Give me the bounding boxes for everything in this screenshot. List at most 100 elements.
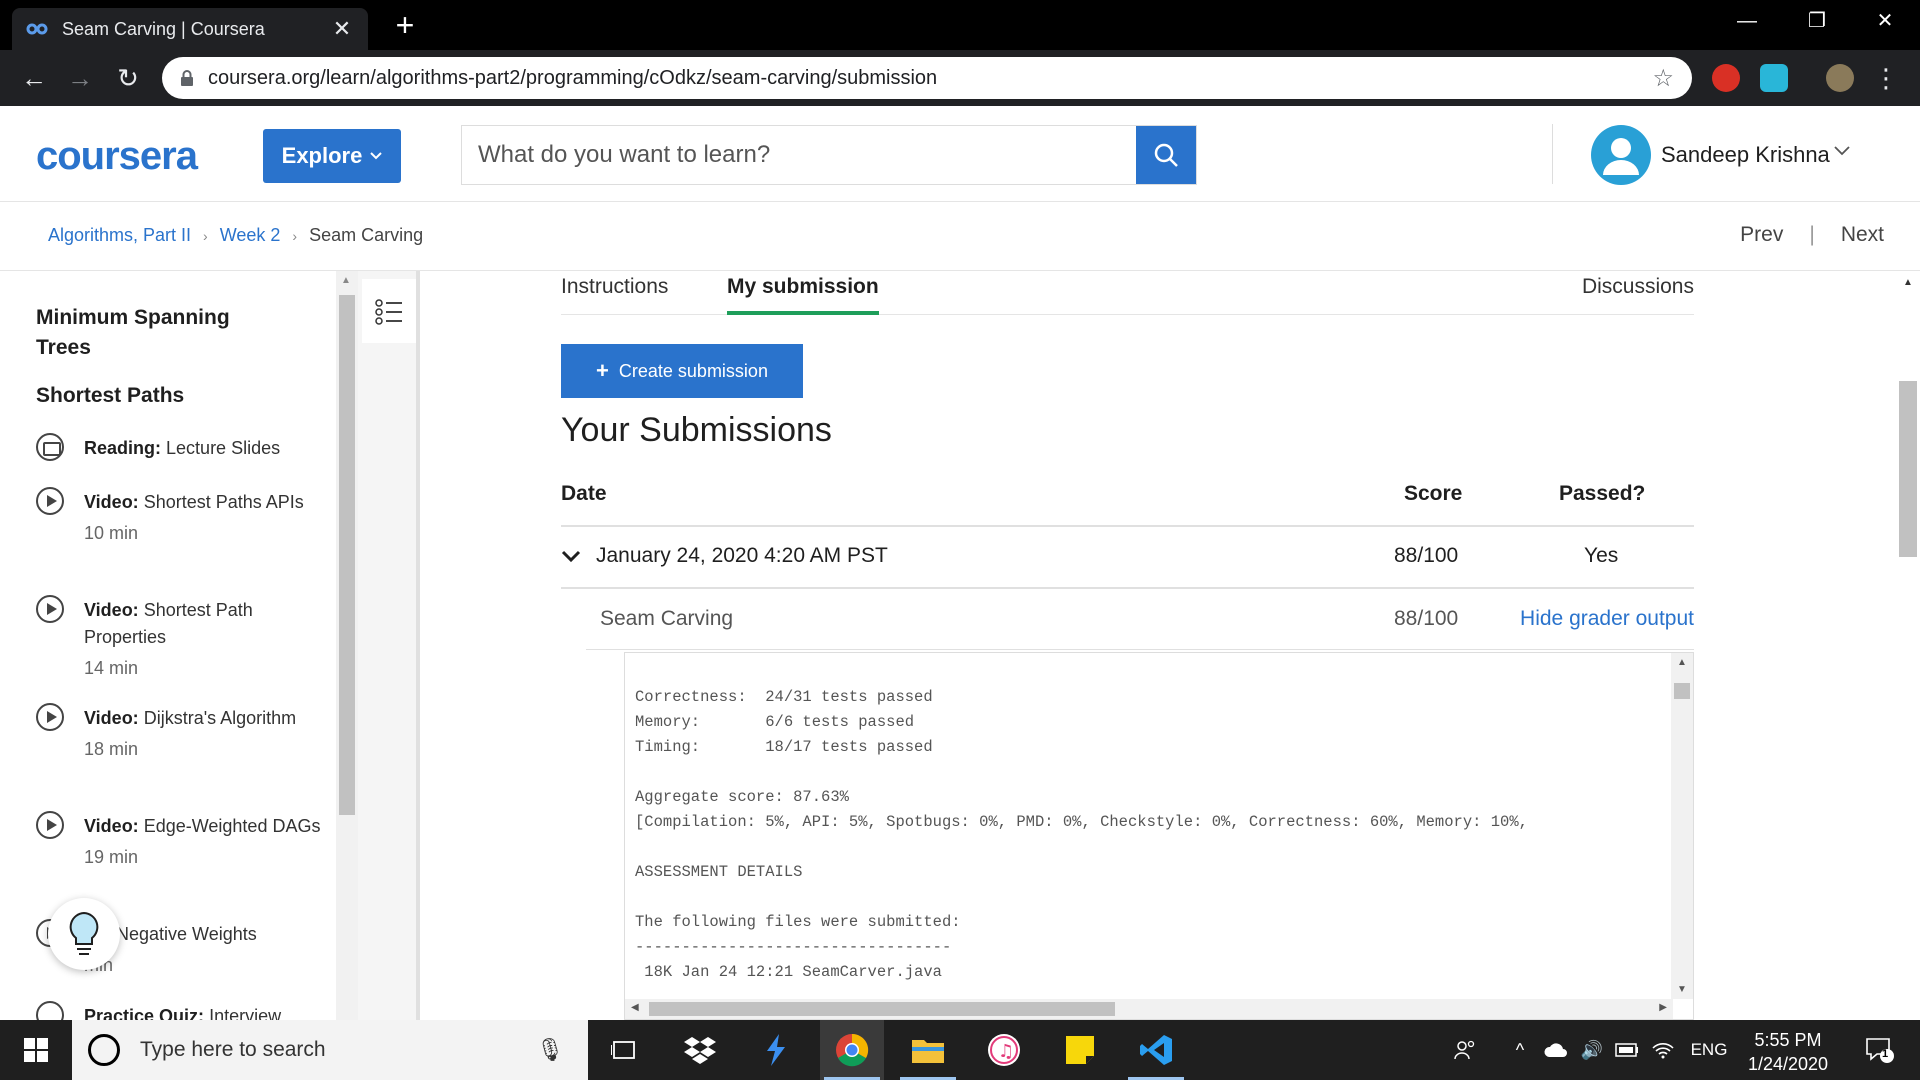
grader-horizontal-scrollbar[interactable]: ◀ ▶: [625, 999, 1673, 1019]
browser-tab-strip: Seam Carving | Coursera ✕ + — ❐ ✕: [0, 0, 1920, 50]
dropbox-icon[interactable]: [668, 1020, 732, 1080]
scroll-up-icon[interactable]: ▲: [341, 275, 351, 286]
grader-vertical-scrollbar[interactable]: ▲ ▼: [1671, 653, 1693, 999]
minimize-icon[interactable]: —: [1712, 0, 1782, 42]
explore-button[interactable]: Explore: [263, 129, 401, 183]
user-icon: [1603, 138, 1639, 175]
task-view-icon[interactable]: [592, 1020, 656, 1080]
chevron-down-icon[interactable]: [1834, 140, 1850, 161]
notification-center-icon[interactable]: 1: [1858, 1020, 1902, 1080]
language-indicator[interactable]: ENG: [1686, 1020, 1732, 1080]
item-duration: 18 min: [84, 739, 139, 759]
page-scroll-thumb[interactable]: [1899, 381, 1917, 557]
file-explorer-icon[interactable]: [896, 1020, 960, 1080]
sticky-notes-icon[interactable]: [1048, 1020, 1112, 1080]
profile-avatar-icon[interactable]: [1826, 64, 1854, 92]
onedrive-icon[interactable]: [1540, 1020, 1572, 1080]
submission-tabs: Instructions My submission Discussions: [561, 271, 1694, 315]
chevron-down-icon: [370, 152, 383, 160]
next-link[interactable]: Next: [1841, 223, 1884, 247]
chevron-down-icon: [561, 550, 581, 563]
grader-output-panel[interactable]: Correctness: 24/31 tests passed Memory: …: [624, 652, 1694, 1020]
item-type: Practice Quiz:: [84, 1006, 205, 1020]
prev-next-nav: Prev | Next: [1740, 223, 1884, 247]
search-button[interactable]: [1136, 126, 1196, 184]
extension-red-icon[interactable]: [1712, 64, 1740, 92]
chrome-menu-icon[interactable]: ⋮: [1866, 58, 1906, 98]
forward-icon[interactable]: →: [60, 58, 100, 98]
itunes-icon[interactable]: ♫: [972, 1020, 1036, 1080]
address-bar[interactable]: coursera.org/learn/algorithms-part2/prog…: [162, 57, 1692, 99]
hide-grader-output-link[interactable]: Hide grader output: [1520, 607, 1694, 631]
prev-link[interactable]: Prev: [1740, 223, 1783, 247]
sidebar-scroll-thumb[interactable]: [339, 295, 355, 815]
tab-discussions[interactable]: Discussions: [1582, 275, 1694, 315]
page-scrollbar[interactable]: ▲: [1896, 271, 1920, 1020]
user-name[interactable]: Sandeep Krishna: [1661, 142, 1830, 168]
volume-icon[interactable]: 🔊: [1578, 1020, 1606, 1080]
cortana-icon: [88, 1034, 120, 1066]
reload-icon[interactable]: ↻: [108, 58, 148, 98]
page-title: Your Submissions: [561, 411, 832, 449]
column-header-score: Score: [1404, 482, 1463, 505]
coursera-logo[interactable]: coursera: [36, 134, 198, 179]
microphone-icon[interactable]: 🎙: [536, 1037, 564, 1063]
section-heading-mst[interactable]: Minimum Spanning Trees: [36, 303, 266, 363]
breadcrumb-course[interactable]: Algorithms, Part II: [48, 225, 191, 246]
scroll-left-icon[interactable]: ◀: [631, 1002, 639, 1013]
item-title: Edge-Weighted DAGs: [143, 816, 321, 836]
scroll-up-icon[interactable]: ▲: [1903, 277, 1913, 288]
scroll-right-icon[interactable]: ▶: [1659, 1002, 1667, 1013]
windows-start-button[interactable]: [0, 1020, 72, 1080]
extension-blue-icon[interactable]: [1760, 64, 1788, 92]
bolt-app-icon[interactable]: [744, 1020, 808, 1080]
outline-toggle-button[interactable]: [362, 279, 416, 343]
tab-my-submission[interactable]: My submission: [727, 275, 879, 315]
people-icon[interactable]: [1450, 1020, 1480, 1080]
wifi-icon[interactable]: [1648, 1020, 1678, 1080]
close-icon[interactable]: ✕: [1850, 0, 1920, 42]
grader-output-text: Correctness: 24/31 tests passed Memory: …: [635, 688, 1528, 981]
item-title: Negative Weights: [116, 924, 257, 944]
row-divider: [561, 587, 1694, 589]
breadcrumb-week[interactable]: Week 2: [220, 225, 281, 246]
tab-instructions[interactable]: Instructions: [561, 275, 668, 315]
item-type: Video:: [84, 492, 139, 512]
avatar[interactable]: [1591, 125, 1651, 185]
item-type: Video:: [84, 708, 139, 728]
new-tab-button[interactable]: +: [388, 8, 422, 42]
submission-passed: Yes: [1584, 544, 1619, 567]
create-submission-button[interactable]: + Create submission: [561, 344, 803, 398]
grader-vscroll-thumb[interactable]: [1674, 683, 1690, 699]
taskbar-clock[interactable]: 5:55 PM 1/24/2020: [1736, 1028, 1840, 1076]
grader-hscroll-thumb[interactable]: [649, 1002, 1115, 1016]
item-title: Lecture Slides: [166, 438, 281, 458]
section-heading-shortest-paths[interactable]: Shortest Paths: [36, 381, 184, 411]
browser-tab[interactable]: Seam Carving | Coursera ✕: [12, 8, 368, 50]
scroll-up-icon[interactable]: ▲: [1677, 657, 1687, 668]
browser-toolbar: ← → ↻ coursera.org/learn/algorithms-part…: [0, 50, 1920, 106]
svg-text:♫: ♫: [998, 1041, 1014, 1062]
windows-taskbar: Type here to search 🎙 ♫ ^ 🔊 ENG 5:55 PM …: [0, 1020, 1920, 1080]
scroll-down-icon[interactable]: ▼: [1677, 984, 1687, 995]
chrome-icon[interactable]: [820, 1020, 884, 1080]
search-input[interactable]: [462, 126, 1136, 184]
restore-icon[interactable]: ❐: [1782, 0, 1852, 42]
breadcrumb-current: Seam Carving: [309, 225, 424, 245]
url-text: coursera.org/learn/algorithms-part2/prog…: [208, 66, 938, 89]
chevron-up-icon[interactable]: ^: [1508, 1020, 1532, 1080]
notification-count: 1: [1882, 1048, 1889, 1060]
play-icon: [36, 811, 64, 839]
taskbar-search-box[interactable]: Type here to search 🎙: [72, 1020, 588, 1080]
vscode-icon[interactable]: [1124, 1020, 1188, 1080]
explore-label: Explore: [281, 143, 363, 168]
sidebar-scrollbar[interactable]: ▲: [336, 271, 358, 1020]
lightbulb-button[interactable]: [48, 898, 120, 970]
breadcrumb-bar: Algorithms, Part II › Week 2 › Seam Carv…: [0, 203, 1920, 271]
expand-toggle[interactable]: [561, 544, 581, 570]
chevron-right-icon: ›: [292, 227, 298, 244]
tab-close-icon[interactable]: ✕: [330, 16, 354, 42]
battery-icon[interactable]: [1612, 1020, 1642, 1080]
bookmark-star-icon[interactable]: ☆: [1652, 64, 1674, 93]
back-icon[interactable]: ←: [14, 58, 54, 98]
